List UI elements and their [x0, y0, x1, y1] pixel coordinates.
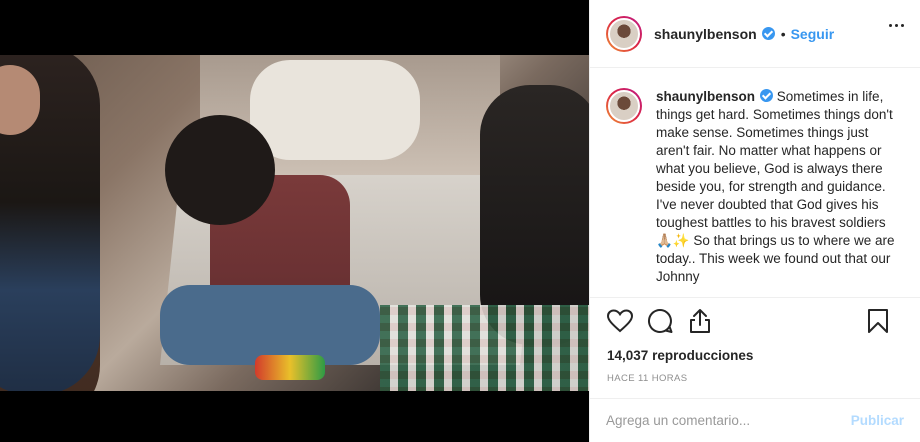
- avatar-image: [608, 17, 640, 50]
- comment-input[interactable]: [606, 413, 851, 428]
- caption-avatar[interactable]: [606, 88, 642, 124]
- comment-icon[interactable]: [646, 307, 674, 335]
- video-scene-toys: [255, 355, 325, 380]
- views-label: reproducciones: [652, 348, 754, 363]
- verified-badge-icon: [760, 89, 774, 102]
- video-scene-face: [0, 65, 40, 135]
- action-bar: [590, 298, 920, 344]
- post-timestamp[interactable]: HACE 11 HORAS: [590, 368, 920, 390]
- avatar[interactable]: [606, 15, 642, 52]
- verified-badge-icon: [761, 26, 775, 40]
- separator-dot: •: [780, 25, 786, 42]
- views-number: 14,037: [607, 348, 649, 363]
- video-scene-child-jeans: [160, 285, 380, 365]
- post-side-panel: shaunylbenson • Seguir shaunylbenson Som…: [589, 0, 920, 442]
- video-scene-child-head: [165, 115, 275, 225]
- caption-avatar-image: [608, 90, 640, 122]
- publish-button[interactable]: Publicar: [851, 413, 904, 428]
- username-link[interactable]: shaunylbenson: [654, 26, 775, 42]
- heart-icon[interactable]: [606, 307, 634, 335]
- caption-body: Sometimes in life, things get hard. Some…: [656, 89, 895, 284]
- comment-bar: Publicar: [590, 398, 920, 442]
- caption-username[interactable]: shaunylbenson: [656, 89, 774, 104]
- video-scene-blanket: [380, 305, 589, 391]
- bookmark-icon[interactable]: [864, 307, 892, 335]
- post-video[interactable]: [0, 55, 589, 391]
- caption-username-text: shaunylbenson: [656, 89, 756, 104]
- video-scene-person-left: [0, 55, 100, 391]
- views-count[interactable]: 14,037 reproducciones: [590, 344, 920, 368]
- media-container: [0, 0, 589, 442]
- post-header: shaunylbenson • Seguir: [590, 0, 920, 68]
- follow-button[interactable]: Seguir: [791, 26, 835, 42]
- username-text: shaunylbenson: [654, 25, 757, 42]
- more-options-icon[interactable]: [889, 24, 904, 27]
- share-icon[interactable]: [686, 307, 714, 335]
- caption-text: shaunylbenson Sometimes in life, things …: [656, 88, 901, 297]
- caption-section: shaunylbenson Sometimes in life, things …: [590, 68, 920, 298]
- video-scene-pillow: [250, 60, 420, 160]
